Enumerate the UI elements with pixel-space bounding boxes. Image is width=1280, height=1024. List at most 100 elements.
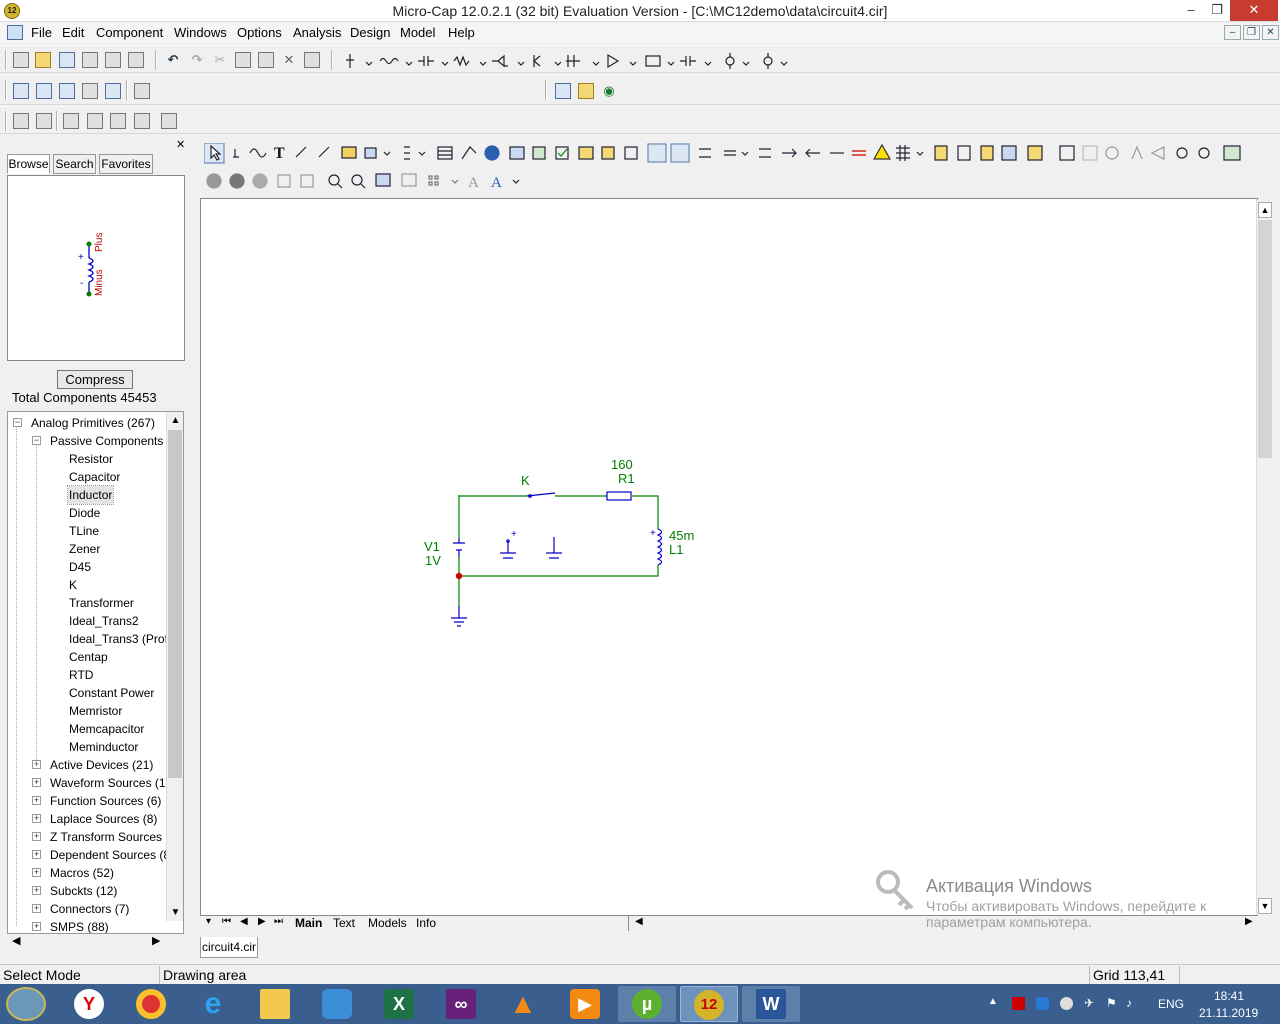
maximize-button[interactable]: ❐ — [1204, 0, 1230, 21]
wire-right-bottom[interactable] — [459, 565, 659, 577]
menu-component[interactable]: Component — [96, 25, 163, 40]
dynamic-dc-icon[interactable] — [36, 113, 52, 129]
wire-top-left[interactable] — [458, 495, 527, 497]
taskbar-visual-studio[interactable]: ∞ — [432, 986, 490, 1022]
canvas-scroll-left-icon[interactable]: ◀ — [635, 916, 643, 927]
scroll-up-icon[interactable]: ▲ — [168, 412, 183, 429]
scroll-left-icon[interactable]: ◀ — [12, 934, 20, 947]
taskbar-microcap[interactable]: 12 — [680, 986, 738, 1022]
canvas-scroll-right-icon[interactable]: ▶ — [1245, 916, 1253, 927]
tray-network-icon[interactable]: ✈ — [1084, 996, 1094, 1010]
label-r1-name[interactable]: R1 — [618, 471, 635, 486]
undo-icon[interactable]: ↶ — [165, 52, 181, 68]
canvas-scroll-up-icon[interactable]: ▲ — [1258, 202, 1272, 218]
tile-horizontal-icon[interactable] — [59, 83, 75, 99]
schematic-canvas[interactable]: K 160 R1 45m L1 V1 1V + + — [200, 198, 1258, 916]
tab-search[interactable]: Search — [53, 154, 96, 174]
menu-windows[interactable]: Windows — [174, 25, 227, 40]
revert-icon[interactable] — [82, 52, 98, 68]
file-tab[interactable]: circuit4.cir — [200, 937, 258, 958]
taskbar-excel[interactable]: X — [370, 986, 428, 1022]
node-dot[interactable] — [455, 572, 463, 580]
mdi-close-button[interactable]: ✕ — [1262, 25, 1279, 40]
optimize-icon[interactable] — [161, 113, 177, 129]
first-tab-icon[interactable]: ⏮ — [222, 916, 231, 927]
clock-date[interactable]: 21.11.2019 — [1199, 1006, 1258, 1020]
start-button[interactable] — [6, 987, 46, 1021]
redo-icon[interactable]: ↷ — [189, 52, 205, 68]
overlap-icon[interactable] — [82, 83, 98, 99]
component-editor-icon[interactable] — [555, 83, 571, 99]
tray-flag-icon[interactable]: ⚑ — [1106, 996, 1117, 1010]
component-tree[interactable]: − Analog Primitives (267) − Passive Compone… — [7, 411, 184, 934]
canvas-scroll-down-icon[interactable]: ▼ — [1258, 898, 1272, 914]
tile-vertical-icon[interactable] — [36, 83, 52, 99]
tree-scroll-thumb[interactable] — [168, 430, 182, 778]
expand-icon[interactable]: + — [32, 886, 41, 895]
probe-icon[interactable] — [13, 113, 29, 129]
maximize-window-icon[interactable] — [105, 83, 121, 99]
save-icon[interactable] — [59, 52, 75, 68]
open-folder-icon[interactable] — [35, 52, 51, 68]
sheet-tab-models[interactable]: Models — [368, 916, 407, 930]
taskbar-explorer[interactable] — [246, 986, 304, 1022]
tab-favorites[interactable]: Favorites — [99, 154, 153, 174]
label-r1-value[interactable]: 160 — [611, 457, 633, 472]
menu-analysis[interactable]: Analysis — [293, 25, 341, 40]
battery-v1[interactable] — [453, 538, 465, 557]
expand-icon[interactable]: + — [32, 904, 41, 913]
paste-icon[interactable] — [258, 52, 274, 68]
taskbar-vlc[interactable]: ▲ — [494, 986, 552, 1022]
sheet-tab-info[interactable]: Info — [416, 916, 436, 930]
ground-main[interactable] — [451, 606, 467, 627]
ground-1[interactable] — [500, 541, 516, 559]
inductor-l1[interactable] — [656, 528, 663, 566]
component-palette[interactable] — [340, 51, 800, 71]
tab-browse[interactable]: Browse — [7, 154, 50, 174]
close-button[interactable]: ✕ — [1230, 0, 1278, 21]
minimize-button[interactable]: – — [1178, 0, 1204, 21]
schematic-tool-icons[interactable]: T A A — [204, 143, 1254, 191]
canvas-scroll-thumb[interactable] — [1258, 220, 1272, 458]
menu-model[interactable]: Model — [400, 25, 435, 40]
scroll-down-icon[interactable]: ▼ — [168, 904, 183, 921]
label-v1-value[interactable]: 1V — [425, 553, 441, 568]
system-tray[interactable]: ▲ ✈ ⚑ ♪ — [988, 996, 1138, 1014]
transient-icon[interactable] — [63, 113, 79, 129]
sheet-tab-text[interactable]: Text — [333, 916, 355, 930]
expand-icon[interactable]: + — [32, 922, 41, 931]
plot-icon[interactable] — [134, 113, 150, 129]
ground-2[interactable] — [546, 537, 562, 559]
label-l1-name[interactable]: L1 — [669, 542, 683, 557]
delete-icon[interactable]: ✕ — [281, 52, 297, 68]
copy-icon[interactable] — [235, 52, 251, 68]
taskbar-word[interactable]: W — [742, 986, 800, 1022]
panel-close-icon[interactable]: ✕ — [176, 138, 185, 151]
scroll-right-icon[interactable]: ▶ — [152, 934, 160, 947]
menu-options[interactable]: Options — [237, 25, 282, 40]
menu-help[interactable]: Help — [448, 25, 475, 40]
expand-icon[interactable]: + — [32, 868, 41, 877]
clock-time[interactable]: 18:41 — [1214, 989, 1244, 1003]
taskbar-ie[interactable]: e — [184, 986, 242, 1022]
taskbar-yandex[interactable]: Y — [60, 986, 118, 1022]
internet-update-icon[interactable]: ◉ — [601, 83, 617, 99]
tray-volume-icon[interactable]: ♪ — [1126, 996, 1132, 1010]
tray-expand-icon[interactable]: ▲ — [988, 996, 998, 1007]
expand-icon[interactable]: + — [32, 850, 41, 859]
expand-icon[interactable]: + — [32, 814, 41, 823]
taskbar-video-player[interactable]: ▶ — [556, 986, 614, 1022]
menu-file[interactable]: File — [31, 25, 52, 40]
circuit-schematic[interactable] — [201, 199, 1257, 915]
language-indicator[interactable]: ENG — [1158, 997, 1184, 1011]
dc-analysis-icon[interactable] — [110, 113, 126, 129]
menu-edit[interactable]: Edit — [62, 25, 84, 40]
taskbar-chrome[interactable] — [122, 986, 180, 1022]
select-all-icon[interactable] — [304, 52, 320, 68]
tab-menu-icon[interactable]: ▾ — [206, 916, 211, 927]
cascade-icon[interactable] — [13, 83, 29, 99]
expand-icon[interactable]: + — [32, 778, 41, 787]
canvas-vertical-scrollbar[interactable]: ▲ ▼ — [1256, 200, 1273, 916]
prev-tab-icon[interactable]: ◀ — [240, 916, 248, 927]
next-tab-icon[interactable]: ▶ — [258, 916, 266, 927]
